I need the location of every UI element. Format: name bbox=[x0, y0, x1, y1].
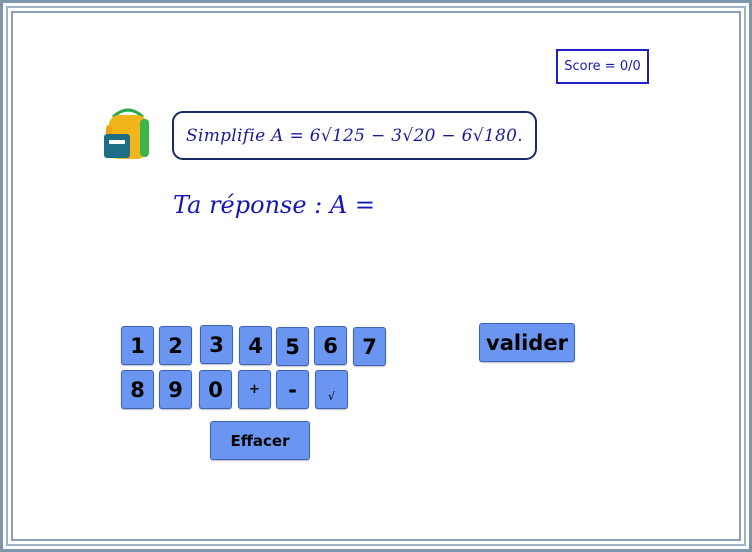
inner-frame bbox=[11, 11, 741, 541]
backpack-icon bbox=[104, 108, 149, 159]
key-5[interactable]: 5 bbox=[276, 327, 309, 366]
score-display: Score = 0/0 bbox=[556, 49, 649, 84]
key-plus[interactable]: + bbox=[238, 370, 271, 409]
key-6[interactable]: 6 bbox=[314, 326, 347, 365]
key-sqrt[interactable]: √ bbox=[315, 370, 348, 409]
question-box: Simplifie A = 6√125 − 3√20 − 6√180. bbox=[172, 111, 537, 160]
answer-prompt: Ta réponse : A = bbox=[173, 191, 375, 219]
key-8[interactable]: 8 bbox=[121, 370, 154, 409]
clear-button[interactable]: Effacer bbox=[210, 421, 310, 460]
key-9[interactable]: 9 bbox=[159, 370, 192, 409]
key-minus[interactable]: - bbox=[276, 370, 309, 409]
key-0[interactable]: 0 bbox=[199, 370, 232, 409]
key-3[interactable]: 3 bbox=[200, 325, 233, 364]
key-4[interactable]: 4 bbox=[239, 326, 272, 365]
key-2[interactable]: 2 bbox=[159, 326, 192, 365]
key-7[interactable]: 7 bbox=[353, 327, 386, 366]
validate-button[interactable]: valider bbox=[479, 323, 575, 362]
key-1[interactable]: 1 bbox=[121, 326, 154, 365]
